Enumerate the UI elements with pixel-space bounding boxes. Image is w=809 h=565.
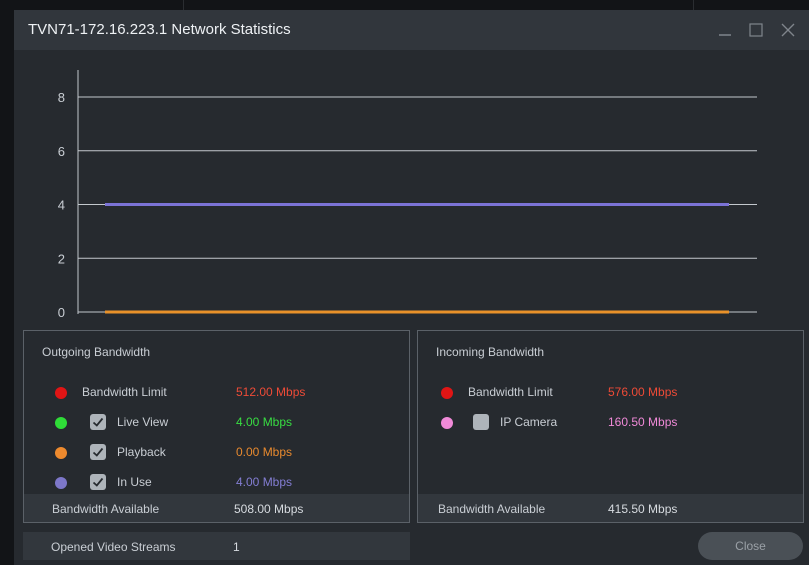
outgoing-row-label: Live View (117, 415, 169, 429)
incoming-row-label: IP Camera (500, 415, 558, 429)
outgoing-legend-dot (55, 417, 67, 429)
outgoing-row-value: 4.00 Mbps (236, 415, 293, 429)
incoming-row-label: Bandwidth Limit (468, 385, 553, 399)
maximize-icon[interactable] (746, 20, 766, 40)
outgoing-available-label: Bandwidth Available (52, 502, 160, 516)
outgoing-legend-dot (55, 447, 67, 459)
y-tick-label: 0 (58, 305, 65, 320)
minimize-icon[interactable] (716, 20, 736, 40)
y-tick-label: 6 (58, 144, 65, 159)
outgoing-series-checkbox[interactable] (90, 474, 106, 490)
outgoing-bandwidth-panel: Outgoing Bandwidth Bandwidth Available 5… (23, 330, 410, 523)
network-statistics-dialog: TVN71-172.16.223.1 Network Statistics 0 2… (14, 10, 809, 565)
close-icon[interactable] (778, 20, 798, 40)
outgoing-bandwidth-title: Outgoing Bandwidth (42, 345, 151, 359)
incoming-bandwidth-title: Incoming Bandwidth (436, 345, 545, 359)
close-button[interactable]: Close (698, 532, 803, 560)
incoming-available-value: 415.50 Mbps (608, 502, 678, 516)
incoming-bandwidth-panel: Incoming Bandwidth Bandwidth Available 4… (417, 330, 804, 523)
incoming-series-checkbox[interactable] (473, 414, 489, 430)
background-divider (693, 0, 694, 10)
outgoing-series-checkbox[interactable] (90, 414, 106, 430)
outgoing-available-bar: Bandwidth Available 508.00 Mbps (24, 494, 409, 522)
bandwidth-line-chart: 0 2 4 6 8 (58, 70, 757, 320)
y-tick-label: 8 (58, 90, 65, 105)
opened-video-streams-value: 1 (233, 540, 240, 554)
incoming-legend-dot (441, 417, 453, 429)
incoming-row-value: 576.00 Mbps (608, 385, 678, 399)
background-divider (183, 0, 184, 10)
outgoing-legend-dot (55, 477, 67, 489)
opened-video-streams-bar: Opened Video Streams 1 (23, 532, 410, 560)
outgoing-series-checkbox[interactable] (90, 444, 106, 460)
incoming-legend-dot (441, 387, 453, 399)
outgoing-row-label: In Use (117, 475, 152, 489)
outgoing-row-label: Bandwidth Limit (82, 385, 167, 399)
incoming-available-bar: Bandwidth Available 415.50 Mbps (418, 494, 803, 522)
outgoing-row-label: Playback (117, 445, 166, 459)
outgoing-row-value: 512.00 Mbps (236, 385, 306, 399)
outgoing-row-value: 4.00 Mbps (236, 475, 293, 489)
outgoing-row-value: 0.00 Mbps (236, 445, 293, 459)
dialog-title: TVN71-172.16.223.1 Network Statistics (28, 21, 291, 38)
y-tick-label: 2 (58, 251, 65, 266)
incoming-available-label: Bandwidth Available (438, 502, 546, 516)
outgoing-legend-dot (55, 387, 67, 399)
title-bar[interactable]: TVN71-172.16.223.1 Network Statistics (14, 10, 809, 50)
incoming-row-value: 160.50 Mbps (608, 415, 678, 429)
y-tick-label: 4 (58, 198, 65, 213)
outgoing-available-value: 508.00 Mbps (234, 502, 304, 516)
opened-video-streams-label: Opened Video Streams (51, 540, 176, 554)
